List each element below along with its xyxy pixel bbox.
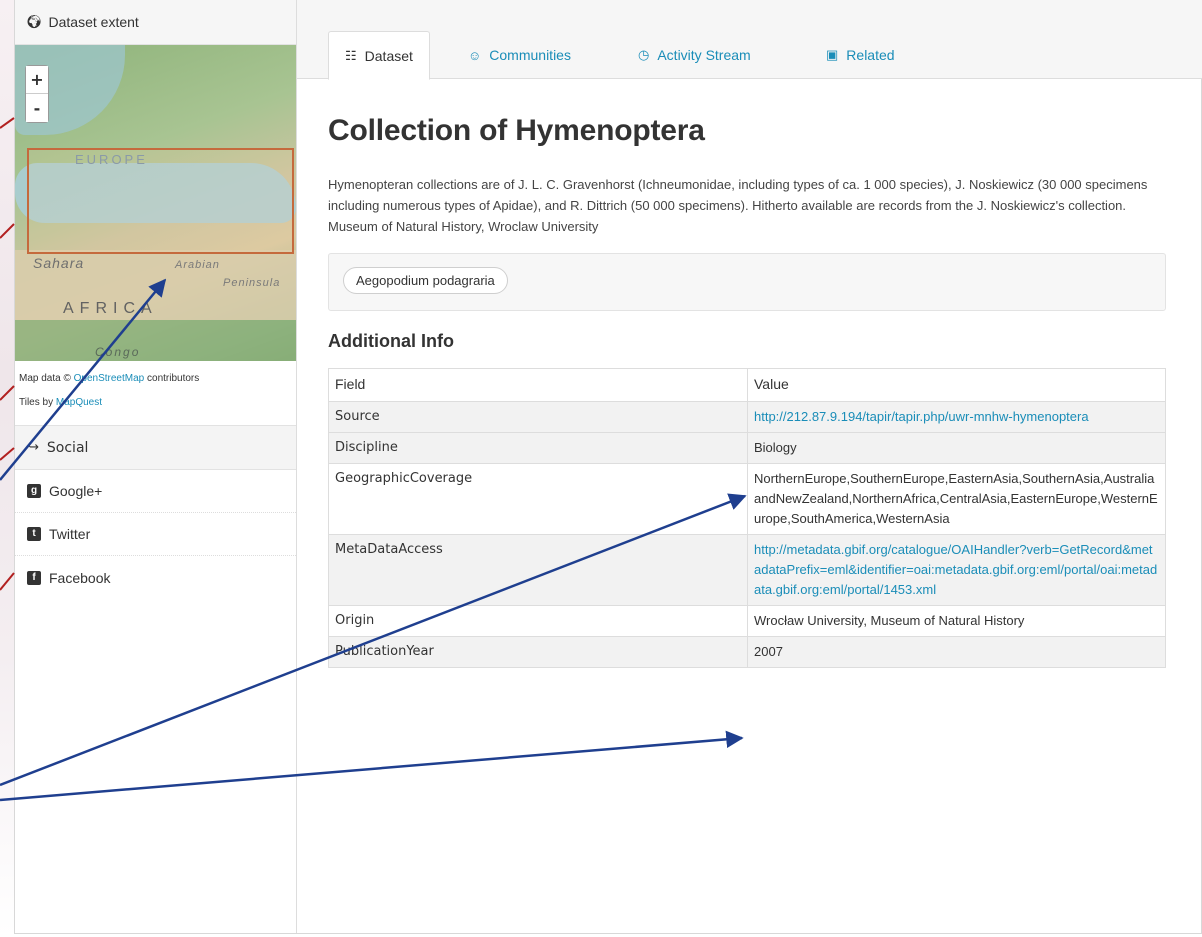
map-label-europe: EUROPE: [75, 152, 148, 167]
column-header-field: Field: [328, 368, 748, 402]
value-cell: 2007: [747, 636, 1166, 668]
tab-bar: ☷ Dataset ☺ Communities ◷ Activity Strea…: [297, 0, 1202, 80]
tab-related[interactable]: ▣ Related: [810, 31, 911, 79]
globe-icon: 🌍︎: [26, 14, 43, 29]
page-frame: 🌍︎ Dataset extent EUROPE Sahara Arabian …: [14, 0, 1202, 934]
social-title: Social: [46, 439, 89, 456]
table-row: PublicationYear 2007: [328, 636, 1166, 668]
additional-info-heading: Additional Info: [328, 331, 454, 351]
field-cell: GeographicCoverage: [328, 463, 748, 535]
openstreetmap-link[interactable]: OpenStreetMap: [74, 373, 145, 384]
sidebar: 🌍︎ Dataset extent EUROPE Sahara Arabian …: [15, 0, 297, 933]
social-item-label: Google+: [49, 483, 103, 499]
zoom-out-button[interactable]: -: [26, 94, 48, 122]
social-item-google-plus[interactable]: g Google+: [15, 470, 296, 513]
extent-map[interactable]: EUROPE Sahara Arabian Peninsula AFRICA C…: [15, 45, 296, 361]
tab-label: Activity Stream: [657, 47, 751, 63]
value-cell: Wrocław University, Museum of Natural Hi…: [747, 605, 1166, 637]
map-label-africa: AFRICA: [63, 300, 158, 317]
tab-label: Dataset: [364, 47, 413, 64]
additional-info-table: Field Value Source http://212.87.9.194/t…: [328, 368, 1166, 668]
main-content: ☷ Dataset ☺ Communities ◷ Activity Strea…: [297, 0, 1202, 933]
table-row: Discipline Biology: [328, 432, 1166, 464]
backdrop-strip: [0, 0, 14, 937]
dataset-content: Collection of Hymenoptera Hymenopteran c…: [328, 79, 1168, 668]
dataset-description: Hymenopteran collections are of J. L. C.…: [328, 177, 1148, 234]
group-icon: ☺: [468, 47, 482, 63]
social-item-label: Twitter: [49, 526, 91, 542]
map-label-peninsula: Peninsula: [223, 277, 281, 289]
contributors-text: contributors: [147, 373, 200, 384]
value-cell: NorthernEurope,SouthernEurope,EasternAsi…: [747, 463, 1166, 535]
mapquest-link[interactable]: MapQuest: [56, 397, 102, 408]
share-icon: ↪: [28, 440, 39, 455]
value-cell: http://212.87.9.194/tapir/tapir.php/uwr-…: [747, 401, 1166, 433]
dataset-extent-title: Dataset extent: [48, 14, 139, 30]
dataset-extent-header: 🌍︎ Dataset extent: [15, 0, 296, 45]
table-row: MetaDataAccess http://metadata.gbif.org/…: [328, 534, 1166, 606]
map-label-sahara: Sahara: [33, 255, 85, 271]
table-row: Source http://212.87.9.194/tapir/tapir.p…: [328, 401, 1166, 433]
metadata-access-link[interactable]: http://metadata.gbif.org/catalogue/OAIHa…: [754, 542, 1157, 597]
social-item-facebook[interactable]: f Facebook: [15, 556, 296, 599]
sitemap-icon: ☷: [345, 47, 357, 63]
facebook-icon: f: [27, 570, 41, 585]
tab-dataset[interactable]: ☷ Dataset: [328, 31, 430, 80]
table-row: Origin Wrocław University, Museum of Nat…: [328, 605, 1166, 637]
picture-icon: ▣: [826, 47, 839, 62]
tab-label: Communities: [489, 47, 571, 63]
tab-label: Related: [846, 47, 895, 63]
tag-list: Aegopodium podagraria: [328, 253, 1166, 311]
field-cell: MetaDataAccess: [328, 534, 748, 606]
clock-icon: ◷: [638, 47, 650, 62]
field-cell: Source: [328, 401, 748, 433]
tiles-text: Tiles by: [19, 397, 54, 408]
field-cell: Discipline: [328, 432, 748, 464]
field-cell: PublicationYear: [328, 636, 748, 668]
social-header: ↪ Social: [15, 425, 296, 470]
map-vegetation: [15, 320, 296, 361]
map-label-arabian: Arabian: [175, 259, 220, 271]
table-row: GeographicCoverage NorthernEurope,Southe…: [328, 463, 1166, 535]
social-item-label: Facebook: [49, 569, 111, 586]
dataset-title: Collection of Hymenoptera: [328, 114, 705, 147]
map-zoom-control: + -: [25, 65, 49, 123]
source-link[interactable]: http://212.87.9.194/tapir/tapir.php/uwr-…: [754, 409, 1089, 424]
map-data-text: Map data ©: [19, 373, 71, 384]
tab-activity-stream[interactable]: ◷ Activity Stream: [622, 31, 767, 79]
value-cell: Biology: [747, 432, 1166, 464]
value-cell: http://metadata.gbif.org/catalogue/OAIHa…: [747, 534, 1166, 606]
extent-rectangle: [27, 148, 294, 254]
column-header-value: Value: [747, 368, 1166, 402]
social-item-twitter[interactable]: t Twitter: [15, 513, 296, 556]
field-cell: Origin: [328, 605, 748, 637]
google-plus-icon: g: [27, 484, 41, 498]
table-header-row: Field Value: [328, 368, 1166, 402]
tag-pill[interactable]: Aegopodium podagraria: [343, 267, 508, 294]
map-attribution: Map data © OpenStreetMap contributors Ti…: [15, 361, 296, 415]
map-label-congo: Congo: [95, 345, 141, 359]
tab-communities[interactable]: ☺ Communities: [452, 31, 587, 79]
zoom-in-button[interactable]: +: [26, 66, 48, 94]
twitter-icon: t: [27, 527, 41, 541]
